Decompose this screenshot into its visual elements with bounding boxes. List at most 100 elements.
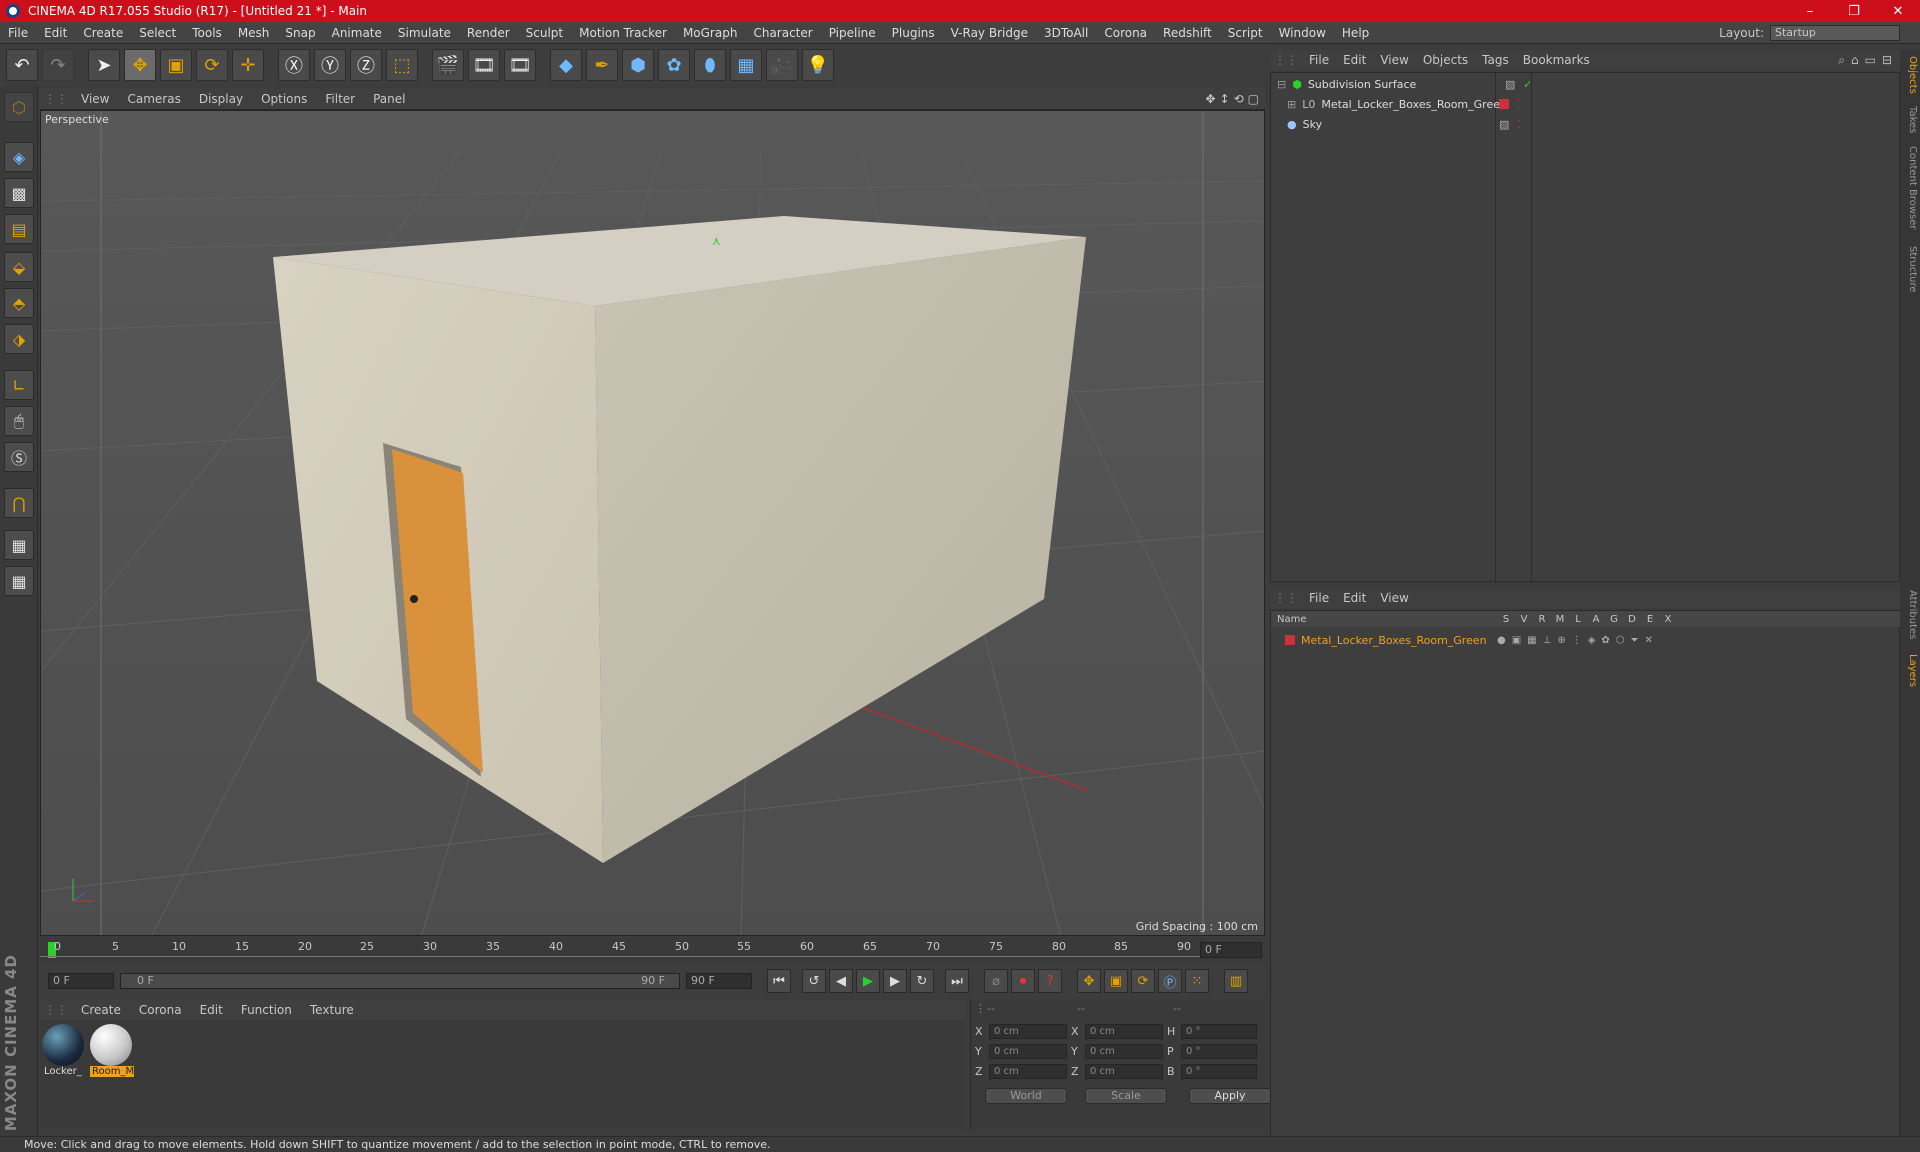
record-pla-button[interactable]: ⁙	[1185, 969, 1209, 993]
layer-menu-edit[interactable]: Edit	[1336, 591, 1373, 605]
expand-icon[interactable]: ⊞	[1287, 98, 1296, 111]
menu-mesh[interactable]: Mesh	[230, 26, 278, 40]
coordinate-space-select[interactable]: World	[985, 1088, 1067, 1104]
previous-key-button[interactable]: ↺	[802, 969, 826, 993]
go-to-start-button[interactable]: ⏮	[767, 969, 791, 993]
layer-color-swatch[interactable]	[1499, 99, 1509, 109]
add-cloner-button[interactable]: ✿	[658, 49, 690, 81]
tab-takes[interactable]: Takes	[1902, 106, 1918, 133]
next-key-button[interactable]: ↻	[910, 969, 934, 993]
menu-render[interactable]: Render	[459, 26, 518, 40]
current-frame-field[interactable]: 0 F	[1200, 942, 1262, 958]
object-menu-tags[interactable]: Tags	[1475, 53, 1516, 67]
add-camera-button[interactable]: 🎥	[766, 49, 798, 81]
material-menu-corona[interactable]: Corona	[130, 1003, 191, 1017]
tab-objects[interactable]: Objects	[1902, 56, 1918, 94]
material-menu-function[interactable]: Function	[232, 1003, 301, 1017]
menu-mograph[interactable]: MoGraph	[675, 26, 746, 40]
menu-file[interactable]: File	[0, 26, 36, 40]
tab-attributes[interactable]: Attributes	[1902, 590, 1918, 639]
object-menu-edit[interactable]: Edit	[1336, 53, 1373, 67]
menu-character[interactable]: Character	[745, 26, 820, 40]
menu-edit[interactable]: Edit	[36, 26, 75, 40]
add-floor-button[interactable]: ▦	[730, 49, 762, 81]
tweak-mode-button[interactable]: 🖱	[4, 406, 34, 436]
workplane-lock-button[interactable]: ▦	[4, 530, 34, 560]
menu-sculpt[interactable]: Sculpt	[518, 26, 571, 40]
go-to-end-button[interactable]: ⏭	[945, 969, 969, 993]
layer-menu-view[interactable]: View	[1373, 591, 1415, 605]
size-z-field[interactable]: 0 cm	[1085, 1064, 1163, 1079]
record-parameter-button[interactable]: Ⓟ	[1158, 969, 1182, 993]
render-picture-viewer-button[interactable]: 🎞	[468, 49, 500, 81]
play-button[interactable]: ▶	[856, 969, 880, 993]
maximize-button[interactable]: ❐	[1832, 4, 1876, 19]
layer-menu-file[interactable]: File	[1302, 591, 1336, 605]
viewport-menu-display[interactable]: Display	[190, 92, 252, 106]
render-settings-button[interactable]: 🎞	[504, 49, 536, 81]
minimize-button[interactable]: –	[1788, 4, 1832, 19]
viewport-menu-filter[interactable]: Filter	[316, 92, 364, 106]
menu-corona[interactable]: Corona	[1096, 26, 1155, 40]
record-keys-button[interactable]: ⌀	[984, 969, 1008, 993]
y-axis-lock-button[interactable]: Ⓨ	[314, 49, 346, 81]
material-locker[interactable]: Locker_	[42, 1024, 86, 1082]
rotation-b-field[interactable]: 0 °	[1181, 1064, 1257, 1079]
record-scale-button[interactable]: ▣	[1104, 969, 1128, 993]
make-editable-button[interactable]: ⬡	[4, 92, 34, 122]
home-icon[interactable]: ⌂	[1851, 53, 1859, 68]
menu-create[interactable]: Create	[75, 26, 131, 40]
material-room[interactable]: Room_M	[90, 1024, 134, 1082]
size-x-field[interactable]: 0 cm	[1085, 1024, 1163, 1039]
expand-icon[interactable]: ⊟	[1882, 53, 1892, 68]
record-rotation-button[interactable]: ⟳	[1131, 969, 1155, 993]
size-mode-select[interactable]: Scale	[1085, 1088, 1167, 1104]
visibility-toggle-icon[interactable]: ▨	[1499, 118, 1509, 131]
solo-button[interactable]: Ⓢ	[4, 442, 34, 472]
start-frame-field[interactable]: 0 F	[48, 973, 114, 989]
add-subdivision-button[interactable]: ⬢	[622, 49, 654, 81]
object-menu-objects[interactable]: Objects	[1416, 53, 1475, 67]
coordinate-system-button[interactable]: ⬚	[386, 49, 418, 81]
layer-row[interactable]: Metal_Locker_Boxes_Room_Green ●▣▦⊥⊕⋮◈✿⬡⏷…	[1285, 631, 1653, 649]
rotation-h-field[interactable]: 0 °	[1181, 1024, 1257, 1039]
menu-window[interactable]: Window	[1271, 26, 1334, 40]
dolly-view-icon[interactable]: ↕	[1220, 92, 1230, 106]
apply-button[interactable]: Apply	[1189, 1088, 1271, 1104]
add-light-button[interactable]: 💡	[802, 49, 834, 81]
redo-button[interactable]: ↷	[42, 49, 74, 81]
menu-redshift[interactable]: Redshift	[1155, 26, 1220, 40]
viewport-menu-cameras[interactable]: Cameras	[118, 92, 189, 106]
axis-mode-button[interactable]: ∟	[4, 370, 34, 400]
keyframe-selection-button[interactable]: ?	[1038, 969, 1062, 993]
material-menu-edit[interactable]: Edit	[191, 1003, 232, 1017]
live-selection-button[interactable]: ➤	[88, 49, 120, 81]
menu-snap[interactable]: Snap	[277, 26, 323, 40]
scale-tool-button[interactable]: ▣	[160, 49, 192, 81]
rotate-tool-button[interactable]: ⟳	[196, 49, 228, 81]
tab-content-browser[interactable]: Content Browser	[1902, 146, 1918, 229]
menu-animate[interactable]: Animate	[324, 26, 390, 40]
menu-motion-tracker[interactable]: Motion Tracker	[571, 26, 675, 40]
workplane-mode-button[interactable]: ▤	[4, 214, 34, 244]
menu-tools[interactable]: Tools	[184, 26, 230, 40]
toggle-view-icon[interactable]: ▢	[1248, 92, 1259, 106]
material-menu-create[interactable]: Create	[72, 1003, 130, 1017]
locked-workplane-button[interactable]: ▦	[4, 566, 34, 596]
polygons-mode-button[interactable]: ⬗	[4, 324, 34, 354]
move-tool-button[interactable]: ✥	[124, 49, 156, 81]
menu-vray-bridge[interactable]: V-Ray Bridge	[943, 26, 1036, 40]
object-row-sky[interactable]: ● Sky ▨ ⁚	[1287, 115, 1521, 133]
menu-select[interactable]: Select	[131, 26, 184, 40]
model-mode-button[interactable]: ◈	[4, 142, 34, 172]
search-icon[interactable]: ⌕	[1838, 53, 1845, 68]
orbit-view-icon[interactable]: ⟲	[1234, 92, 1244, 106]
position-z-field[interactable]: 0 cm	[989, 1064, 1067, 1079]
autokeying-button[interactable]: ⏺	[1011, 969, 1035, 993]
edges-mode-button[interactable]: ⬘	[4, 288, 34, 318]
object-menu-bookmarks[interactable]: Bookmarks	[1516, 53, 1597, 67]
material-menu-texture[interactable]: Texture	[301, 1003, 363, 1017]
menu-simulate[interactable]: Simulate	[390, 26, 459, 40]
texture-mode-button[interactable]: ▩	[4, 178, 34, 208]
end-frame-field[interactable]: 90 F	[686, 973, 752, 989]
